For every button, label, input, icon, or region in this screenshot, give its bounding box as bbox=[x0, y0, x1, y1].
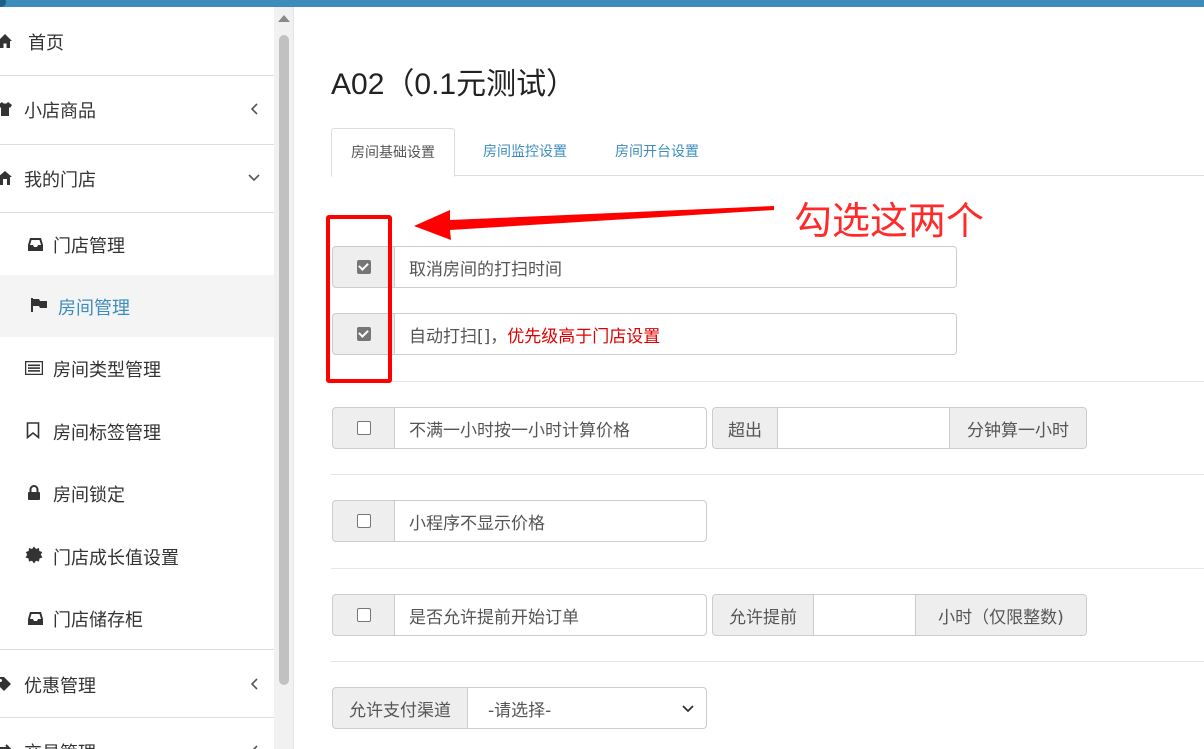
list-icon bbox=[25, 359, 43, 377]
cancel-cleaning-group: 取消房间的打扫时间 bbox=[332, 246, 957, 288]
main-content: A02（0.1元测试） 房间基础设置 房间监控设置 房间开台设置 取消房间的打扫… bbox=[295, 7, 1204, 749]
checkbox-addon bbox=[332, 594, 395, 636]
sidebar-item-label: 门店管理 bbox=[53, 236, 125, 257]
payment-channel-group: 允许支付渠道 -请选择- bbox=[332, 687, 707, 729]
allow-early-label: 是否允许提前开始订单 bbox=[395, 594, 707, 636]
annotation-arrow-icon bbox=[414, 206, 774, 240]
sidebar-item-label: 门店成长值设置 bbox=[53, 548, 179, 569]
tag-icon bbox=[0, 675, 13, 693]
sidebar-item-my-store[interactable]: 我的门店 bbox=[0, 145, 274, 212]
payment-channel-select[interactable]: -请选择- bbox=[468, 687, 707, 729]
hours-suffix-addon: 小时（仅限整数) bbox=[916, 594, 1087, 636]
certificate-icon bbox=[25, 546, 43, 564]
sidebar-item-label: 门店储存柜 bbox=[53, 610, 143, 631]
exceed-minutes-input[interactable] bbox=[778, 407, 950, 449]
sidebar-item-label: 我的门店 bbox=[24, 170, 96, 191]
sidebar-item-label: 房间管理 bbox=[58, 298, 130, 319]
annotation-text: 勾选这两个 bbox=[794, 199, 985, 243]
bookmark-icon bbox=[24, 421, 42, 439]
home-icon bbox=[0, 32, 14, 50]
early-hours-input[interactable] bbox=[814, 594, 916, 636]
chevron-left-icon bbox=[246, 101, 262, 117]
payment-channel-addon: 允许支付渠道 bbox=[332, 687, 468, 729]
hour-rounding-label: 不满一小时按一小时计算价格 bbox=[395, 407, 707, 449]
divider bbox=[331, 661, 1204, 662]
sidebar-item-label: 房间类型管理 bbox=[53, 360, 161, 381]
sidebar-scrollbar[interactable] bbox=[274, 7, 294, 749]
exceed-addon: 超出 bbox=[712, 407, 778, 449]
sidebar-item-room-type-manage[interactable]: 房间类型管理 bbox=[0, 337, 274, 399]
chevron-left-icon bbox=[246, 743, 262, 749]
chevron-down-icon bbox=[682, 698, 694, 718]
store-icon bbox=[0, 169, 14, 187]
auto-clean-text: 自动打扫[]， bbox=[409, 326, 508, 347]
shirt-icon bbox=[0, 100, 14, 118]
hide-price-checkbox[interactable] bbox=[356, 514, 371, 528]
tab-room-open-settings[interactable]: 房间开台设置 bbox=[596, 128, 718, 176]
flag-icon bbox=[30, 296, 48, 314]
header-logo-dot bbox=[0, 0, 6, 7]
checkbox-addon bbox=[332, 500, 395, 542]
exceed-minutes-group: 超出 分钟算一小时 bbox=[712, 407, 1087, 449]
sidebar-item-label: 交易管理 bbox=[24, 739, 96, 749]
sidebar-item-trade-manage[interactable]: 交易管理 bbox=[0, 718, 274, 749]
sidebar-item-room-manage[interactable]: 房间管理 bbox=[0, 275, 274, 337]
payment-channel-selected: -请选择- bbox=[488, 700, 552, 721]
sidebar-item-shop-goods[interactable]: 小店商品 bbox=[0, 76, 274, 144]
lock-icon bbox=[25, 484, 43, 502]
tab-room-monitor-settings[interactable]: 房间监控设置 bbox=[464, 128, 586, 176]
early-hours-group: 允许提前 小时（仅限整数) bbox=[712, 594, 1087, 636]
sidebar-item-promo-manage[interactable]: 优惠管理 bbox=[0, 650, 274, 717]
hide-price-label: 小程序不显示价格 bbox=[395, 500, 707, 542]
inbox-icon bbox=[26, 609, 44, 627]
auto-clean-priority-note: 优先级高于门店设置 bbox=[507, 326, 661, 347]
sidebar-item-room-lock[interactable]: 房间锁定 bbox=[0, 462, 274, 524]
sidebar-item-label: 小店商品 bbox=[24, 101, 96, 122]
sidebar-item-home[interactable]: 首页 bbox=[0, 7, 274, 75]
chevron-left-icon bbox=[246, 676, 262, 692]
hide-price-group: 小程序不显示价格 bbox=[332, 500, 707, 542]
sidebar-item-label: 首页 bbox=[28, 33, 64, 54]
hour-rounding-checkbox[interactable] bbox=[356, 421, 371, 435]
divider bbox=[331, 568, 1204, 569]
annotation-highlight-box bbox=[326, 215, 392, 383]
scrollbar-thumb[interactable] bbox=[279, 35, 289, 685]
auto-clean-label: 自动打扫[]， 优先级高于门店设置 bbox=[395, 313, 957, 355]
sidebar: 首页 小店商品 我的门店 门店管理 房间管理 房间类型管理 房间标签管理 房间锁… bbox=[0, 7, 274, 749]
top-header-bar bbox=[0, 0, 1204, 7]
inbox-icon bbox=[26, 235, 44, 253]
sidebar-item-store-manage[interactable]: 门店管理 bbox=[0, 213, 274, 275]
cancel-cleaning-label: 取消房间的打扫时间 bbox=[395, 246, 957, 288]
scroll-up-arrow-icon[interactable] bbox=[278, 15, 290, 22]
tab-bar: 房间基础设置 房间监控设置 房间开台设置 bbox=[331, 128, 1204, 177]
sidebar-item-store-locker[interactable]: 门店储存柜 bbox=[0, 587, 274, 649]
minutes-suffix-addon: 分钟算一小时 bbox=[950, 407, 1087, 449]
sidebar-item-label: 优惠管理 bbox=[24, 676, 96, 697]
exchange-icon bbox=[0, 742, 13, 749]
allow-early-checkbox[interactable] bbox=[356, 608, 371, 622]
page-title: A02（0.1元测试） bbox=[331, 68, 577, 101]
sidebar-item-label: 房间标签管理 bbox=[53, 423, 161, 444]
sidebar-item-store-growth[interactable]: 门店成长值设置 bbox=[0, 524, 274, 587]
sidebar-item-room-tag-manage[interactable]: 房间标签管理 bbox=[0, 399, 274, 462]
sidebar-item-label: 房间锁定 bbox=[53, 485, 125, 506]
allow-early-group: 是否允许提前开始订单 bbox=[332, 594, 707, 636]
checkbox-addon bbox=[332, 407, 395, 449]
auto-clean-group: 自动打扫[]， 优先级高于门店设置 bbox=[332, 313, 957, 355]
divider bbox=[331, 474, 1204, 475]
chevron-down-icon bbox=[246, 170, 262, 186]
allow-early-addon: 允许提前 bbox=[712, 594, 814, 636]
tab-room-basic-settings[interactable]: 房间基础设置 bbox=[331, 128, 455, 177]
hour-rounding-group: 不满一小时按一小时计算价格 bbox=[332, 407, 707, 449]
divider bbox=[331, 381, 1204, 382]
